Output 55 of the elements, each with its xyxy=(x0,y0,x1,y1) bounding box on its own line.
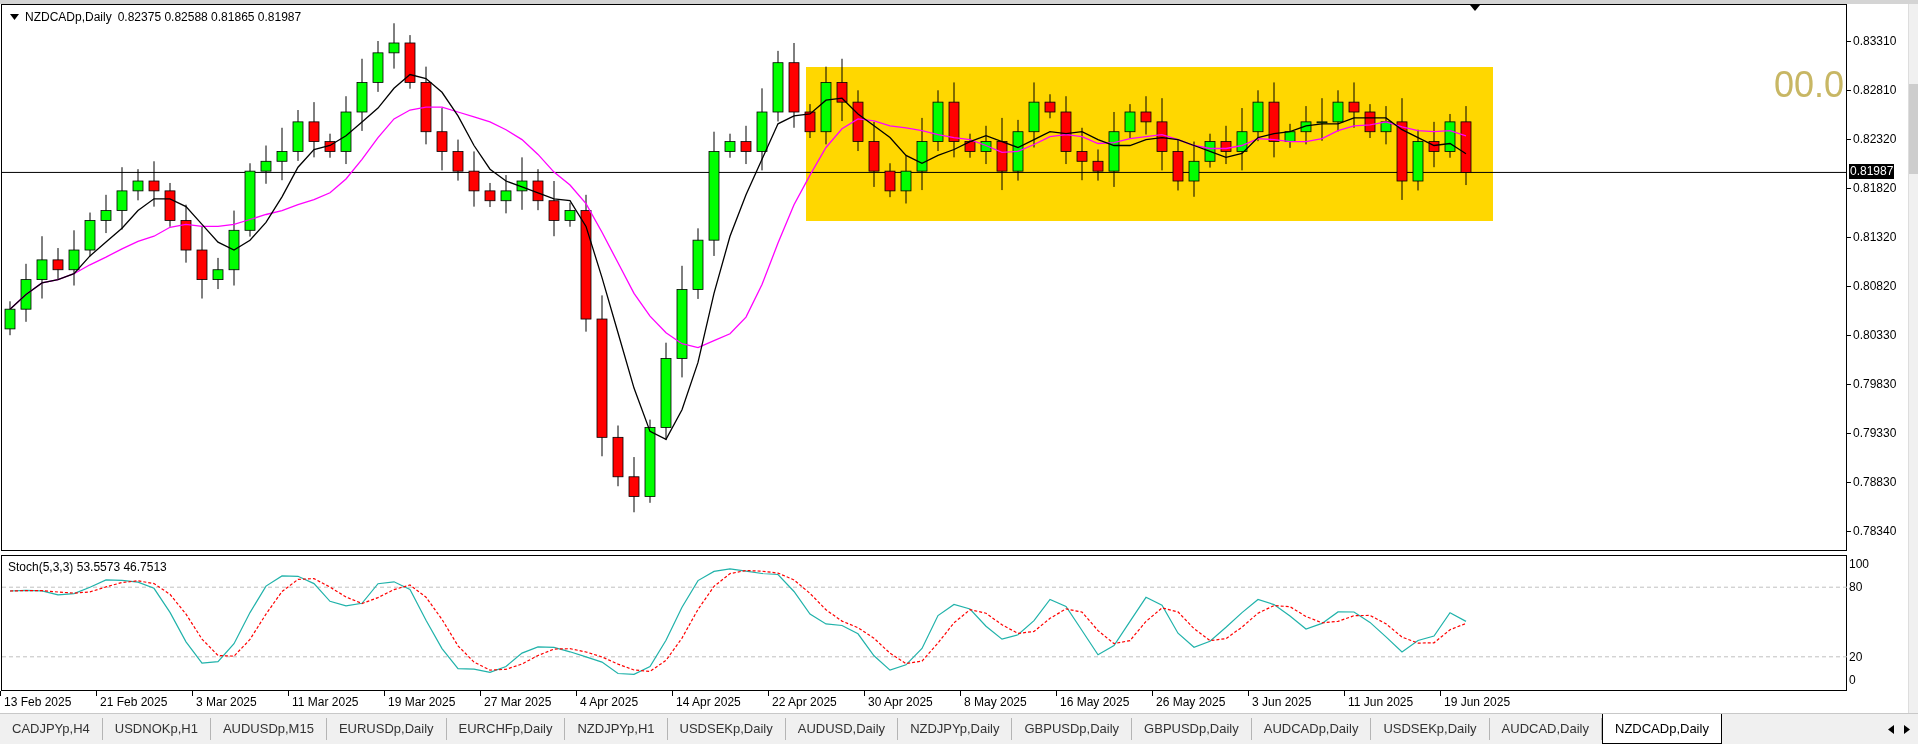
chart-tab[interactable]: EURCHFp,Daily xyxy=(446,718,566,740)
chart-tab[interactable]: EURUSDp,Daily xyxy=(326,718,447,740)
chart-tab[interactable]: NZDJPYp,Daily xyxy=(898,718,1013,740)
chart-tab[interactable]: AUDUSD,Daily xyxy=(785,718,899,740)
chart-tab[interactable]: GBPUSDp,Daily xyxy=(1132,718,1252,740)
price-label: 0.82810 xyxy=(1853,82,1897,99)
indicator-label: Stoch(5,3,3) 53.5573 46.7513 xyxy=(8,559,167,576)
date-label: 11 Mar 2025 xyxy=(292,694,359,711)
level-label: 20 xyxy=(1849,648,1863,666)
scroll-left-icon[interactable] xyxy=(1888,724,1894,734)
dropdown-triangle-icon[interactable] xyxy=(10,14,19,20)
ohlc-values: 0.82375 0.82588 0.81865 0.81987 xyxy=(117,9,302,26)
chart-tab[interactable]: USDNOKp,H1 xyxy=(102,718,211,740)
price-label: 0.81820 xyxy=(1853,180,1897,197)
overlay-label: 00.0 xyxy=(1773,67,1844,103)
price-label: 0.81320 xyxy=(1853,229,1897,246)
date-label: 8 May 2025 xyxy=(964,694,1027,711)
date-label: 4 Apr 2025 xyxy=(580,694,639,711)
level-label: 80 xyxy=(1849,579,1863,597)
chart-tab[interactable]: CADJPYp,H4 xyxy=(0,718,103,740)
price-label: 0.78830 xyxy=(1853,474,1897,491)
date-label: 22 Apr 2025 xyxy=(772,694,837,711)
current-price-label: 0.81987 xyxy=(1849,164,1895,179)
level-label: 100 xyxy=(1849,556,1870,573)
date-label: 3 Mar 2025 xyxy=(196,694,257,711)
date-label: 16 May 2025 xyxy=(1060,694,1130,711)
price-label: 0.82320 xyxy=(1853,131,1897,148)
chart-tab[interactable]: NZDCADp,Daily xyxy=(1602,714,1722,744)
date-label: 30 Apr 2025 xyxy=(868,694,933,711)
price-label: 0.80330 xyxy=(1853,327,1897,344)
date-label: 26 May 2025 xyxy=(1156,694,1226,711)
price-label: 0.79830 xyxy=(1853,376,1897,393)
date-label: 14 Apr 2025 xyxy=(676,694,741,711)
symbol-label: NZDCADp,Daily xyxy=(25,9,112,26)
price-label: 0.78340 xyxy=(1853,523,1897,540)
chart-tab[interactable]: USDSEKp,Daily xyxy=(667,718,786,740)
price-label: 0.79330 xyxy=(1853,425,1897,442)
level-label: 0 xyxy=(1849,672,1856,689)
date-label: 27 Mar 2025 xyxy=(484,694,552,711)
price-label: 0.80820 xyxy=(1853,278,1897,295)
chart-tab[interactable]: GBPUSDp,Daily xyxy=(1012,718,1133,740)
price-label: 0.83310 xyxy=(1853,33,1897,50)
date-label: 3 Jun 2025 xyxy=(1252,694,1312,711)
chart-tab[interactable]: AUDUSDp,M15 xyxy=(210,718,327,740)
scrollbar[interactable] xyxy=(1908,4,1918,713)
chart-tab[interactable]: AUDCADp,Daily xyxy=(1251,718,1372,740)
date-label: 19 Jun 2025 xyxy=(1444,694,1511,711)
date-label: 19 Mar 2025 xyxy=(388,694,456,711)
chart-tab[interactable]: USDSEKp,Daily xyxy=(1371,718,1490,740)
scrollbar-thumb[interactable] xyxy=(1909,84,1918,174)
date-label: 11 Jun 2025 xyxy=(1348,694,1414,711)
scroll-right-icon[interactable] xyxy=(1904,724,1910,734)
chart-tab[interactable]: NZDJPYp,H1 xyxy=(565,718,668,740)
date-label: 21 Feb 2025 xyxy=(100,694,168,711)
date-label: 13 Feb 2025 xyxy=(4,694,72,711)
